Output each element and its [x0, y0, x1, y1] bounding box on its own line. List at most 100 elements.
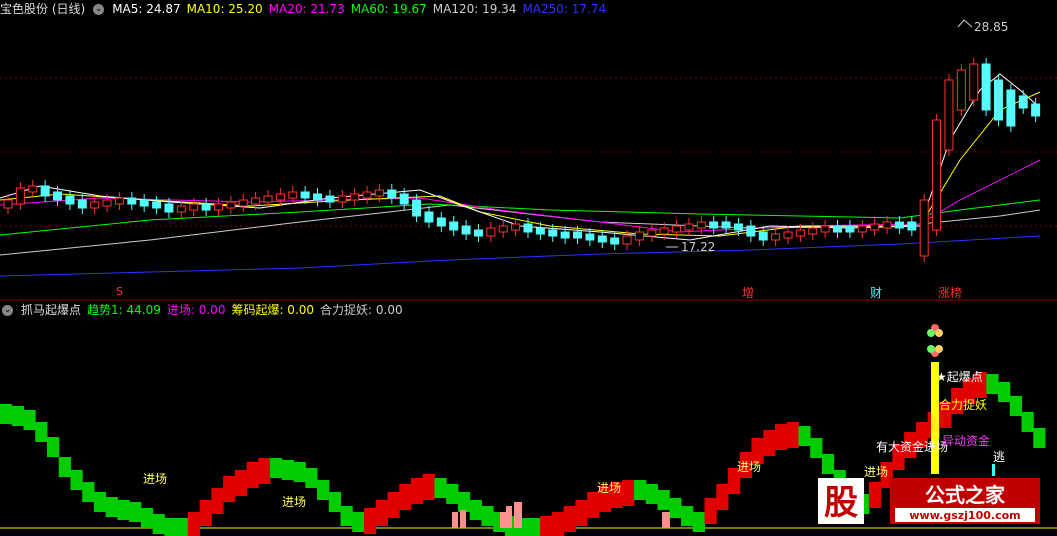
- event-tag-finance[interactable]: 财: [868, 284, 884, 301]
- signal-entry-5: 进场: [864, 465, 889, 479]
- candle-body: [857, 225, 867, 233]
- trend-block: [152, 514, 165, 534]
- trend-block: [528, 518, 541, 536]
- trend-block: [575, 500, 588, 526]
- trend-block: [821, 454, 835, 474]
- trend-block: [387, 492, 400, 518]
- ma120-label: MA120: 19.34: [432, 2, 517, 16]
- candle-body: [387, 189, 397, 199]
- trend-block: [716, 484, 729, 510]
- indicator-title[interactable]: 抓马起爆点: [21, 301, 81, 319]
- candle-body: [993, 79, 1003, 121]
- trend-block: [657, 490, 670, 510]
- ma-lines: [0, 73, 1041, 277]
- ma20-line: [0, 159, 1041, 233]
- trend-block: [469, 500, 482, 520]
- trend-block: [774, 424, 788, 450]
- svg-text:公式之家: 公式之家: [925, 483, 1006, 507]
- candle-body: [412, 199, 422, 217]
- ma60-label: MA60: 19.67: [350, 2, 427, 16]
- stock-chart-canvas: 28.85 17.22 股 公式之家 www.gszj100.com: [0, 19, 1057, 536]
- trend-block: [176, 518, 189, 536]
- candle-body: [746, 225, 756, 237]
- event-tag-s[interactable]: S: [114, 285, 125, 298]
- trend-block: [868, 482, 882, 508]
- candle-body: [709, 221, 719, 229]
- indicator-legend: ⌄ 抓马起爆点 趋势1: 44.09 进场: 0.00 筹码起爆: 0.00 合…: [0, 301, 403, 319]
- candle-body: [771, 233, 781, 241]
- candle-body: [473, 229, 483, 237]
- trend-block: [82, 482, 95, 502]
- candle-body: [226, 201, 236, 209]
- volume-bar: [460, 510, 466, 528]
- candle-body: [634, 231, 644, 241]
- candle-body: [721, 221, 731, 229]
- candle-body: [833, 225, 843, 233]
- candle-body: [77, 199, 87, 209]
- collapse-icon[interactable]: ⌄: [93, 3, 105, 15]
- signal-entry-3: 进场: [597, 481, 622, 495]
- chip-breakout-label: 筹码起爆: 0.00: [231, 303, 315, 317]
- trend-block: [457, 492, 471, 512]
- trend-block: [634, 480, 647, 500]
- event-tag-increase[interactable]: 增: [740, 284, 756, 301]
- volume-bar: [662, 512, 670, 528]
- candle-body: [164, 203, 174, 213]
- trend-block: [305, 468, 318, 488]
- candle-body: [399, 193, 409, 205]
- candle-body: [486, 227, 496, 237]
- trend-block: [1021, 412, 1034, 432]
- trend-block: [810, 438, 823, 458]
- trend-block: [375, 500, 388, 526]
- trend-block: [410, 478, 424, 504]
- candle-body: [15, 187, 25, 205]
- candle-body: [251, 197, 261, 205]
- candle-body: [919, 199, 929, 257]
- trend-block: [692, 512, 705, 532]
- trend-block: [0, 404, 13, 424]
- volume-bar: [452, 512, 458, 528]
- trend-label: 趋势1: 44.09: [87, 303, 161, 317]
- signal-entry-1: 进场: [143, 472, 168, 486]
- signal-breakout-point: ★起爆点: [936, 370, 983, 384]
- signal-escape: 逃: [993, 450, 1006, 464]
- candle-body: [969, 63, 979, 101]
- candle-body: [932, 119, 942, 231]
- stock-title[interactable]: 宝色股份 (日线): [0, 0, 85, 18]
- candle-body: [3, 199, 13, 209]
- candle-body: [1018, 95, 1028, 109]
- signal-entry-4: 进场: [737, 460, 762, 474]
- trend-block: [704, 498, 717, 524]
- ma5-label: MA5: 24.87: [112, 2, 181, 16]
- collapse-icon[interactable]: ⌄: [2, 304, 13, 316]
- ma20-label: MA20: 21.73: [268, 2, 345, 16]
- trend-block: [551, 512, 565, 536]
- trend-block: [23, 410, 36, 430]
- svg-text:www.gszj100.com: www.gszj100.com: [909, 509, 1020, 522]
- joint-force-label: 合力捉妖: 0.00: [320, 303, 403, 317]
- candle-body: [870, 223, 880, 231]
- high-marker-arrow: [957, 19, 973, 28]
- candle-body: [325, 195, 335, 203]
- event-tag-top-gainers[interactable]: 涨榜: [936, 284, 964, 301]
- trend-block: [540, 516, 553, 536]
- breakout-dots: [927, 324, 943, 357]
- candle-body: [907, 221, 917, 231]
- high-price-label: 28.85: [974, 20, 1008, 34]
- candle-body: [820, 225, 830, 233]
- candle-body: [90, 201, 100, 209]
- candle-body: [176, 205, 186, 213]
- candle-body: [263, 195, 273, 203]
- trend-block: [11, 406, 24, 426]
- trend-block: [223, 476, 236, 502]
- candle-body: [535, 227, 545, 235]
- candle-body: [337, 195, 347, 203]
- candle-body: [238, 199, 248, 207]
- candle-body: [783, 231, 793, 239]
- main-legend: 宝色股份 (日线) ⌄ MA5: 24.87 MA10: 25.20 MA20:…: [0, 0, 606, 18]
- trend-block: [35, 422, 48, 442]
- ma10-label: MA10: 25.20: [186, 2, 263, 16]
- candle-body: [597, 235, 607, 243]
- candle-body: [845, 225, 855, 233]
- candle-body: [548, 229, 558, 237]
